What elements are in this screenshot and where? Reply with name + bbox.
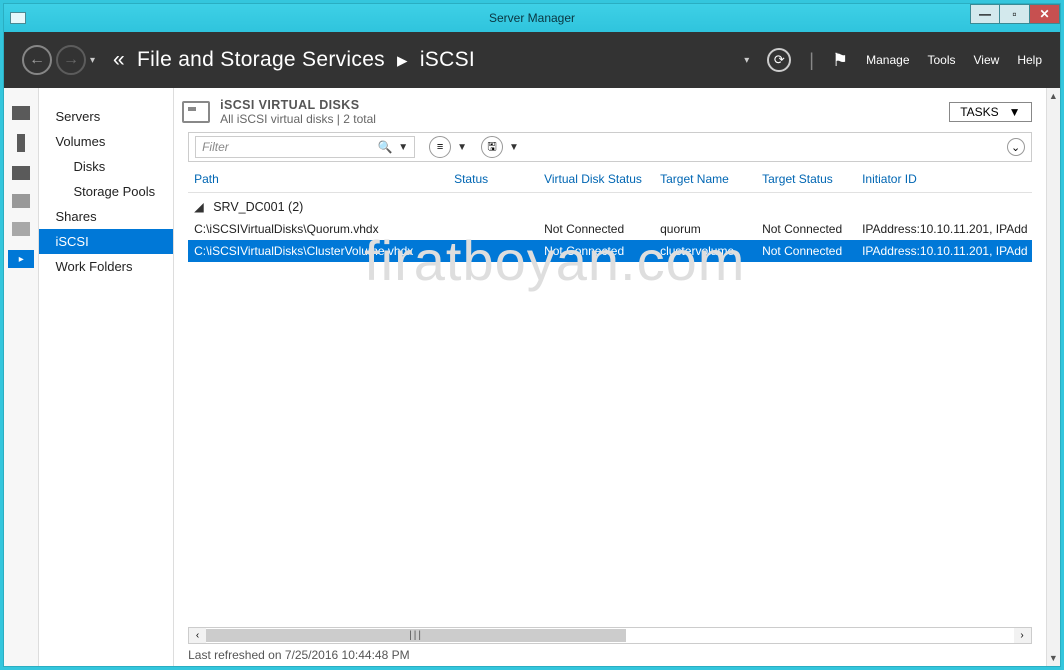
main-panel: firatboyan.com iSCSI VIRTUAL DISKS All i…	[174, 88, 1045, 666]
sidebar-item-iscsi[interactable]: iSCSI	[39, 229, 173, 254]
tasks-button[interactable]: TASKS ▼	[949, 102, 1031, 122]
header-bar: ← → ▾ « File and Storage Services ▸ iSCS…	[4, 32, 1060, 88]
table-header: Path Status Virtual Disk Status Target N…	[188, 166, 1031, 193]
scroll-thumb[interactable]: |||	[206, 629, 626, 642]
search-icon[interactable]: 🔍	[376, 140, 394, 154]
breadcrumb-level-2[interactable]: iSCSI	[420, 48, 475, 72]
titlebar[interactable]: Server Manager — ▫ ✕	[4, 4, 1060, 32]
sidebar-item-work-folders[interactable]: Work Folders	[39, 254, 173, 279]
save-dropdown-icon[interactable]: ▼	[509, 142, 519, 153]
scroll-track[interactable]: |||	[206, 628, 1013, 643]
scroll-left-button[interactable]: ‹	[189, 628, 206, 643]
cell-status	[448, 221, 538, 237]
sidebar-item-servers[interactable]: Servers	[39, 104, 173, 129]
nav-history-dropdown[interactable]: ▾	[90, 55, 95, 66]
menu-tools[interactable]: Tools	[928, 53, 956, 67]
refresh-button[interactable]: ⟳	[767, 48, 791, 72]
cell-ts: Not Connected	[756, 243, 856, 259]
cell-ts: Not Connected	[756, 221, 856, 237]
table-row[interactable]: C:\iSCSIVirtualDisks\Quorum.vhdx Not Con…	[188, 218, 1031, 240]
cell-path: C:\iSCSIVirtualDisks\ClusterVolume.vhdx	[188, 243, 448, 259]
cell-vds: Not Connected	[538, 221, 654, 237]
breadcrumb-back-glyph[interactable]: «	[113, 48, 125, 72]
vertical-scrollbar[interactable]: ▲ ▼	[1046, 88, 1060, 666]
forward-button[interactable]: →	[56, 45, 86, 75]
cell-path: C:\iSCSIVirtualDisks\Quorum.vhdx	[188, 221, 448, 237]
col-target-name[interactable]: Target Name	[654, 166, 756, 192]
group-row[interactable]: ◢ SRV_DC001 (2)	[188, 193, 1031, 218]
panel-header: iSCSI VIRTUAL DISKS All iSCSI virtual di…	[174, 88, 1045, 132]
chevron-down-icon: ▼	[1009, 105, 1021, 119]
scroll-up-button[interactable]: ▲	[1047, 88, 1060, 104]
table-row[interactable]: C:\iSCSIVirtualDisks\ClusterVolume.vhdx …	[188, 240, 1031, 262]
rail-all-servers-icon[interactable]	[12, 166, 30, 180]
sidebar-item-shares[interactable]: Shares	[39, 204, 173, 229]
breadcrumb-dropdown-icon[interactable]: ▾	[744, 55, 749, 66]
rail-dashboard-icon[interactable]	[12, 106, 30, 120]
window-controls: — ▫ ✕	[970, 4, 1060, 24]
icon-rail: ▸	[4, 88, 39, 666]
filter-input[interactable]: Filter 🔍 ▼	[195, 136, 415, 158]
col-virtual-disk-status[interactable]: Virtual Disk Status	[538, 166, 654, 192]
cell-ini: IPAddress:10.10.11.201, IPAdd	[856, 221, 1031, 237]
rail-role-icon[interactable]	[12, 194, 30, 208]
cell-target: clustervolume	[654, 243, 756, 259]
col-target-status[interactable]: Target Status	[756, 166, 856, 192]
disk-icon	[182, 101, 210, 123]
sidebar-item-storage-pools[interactable]: Storage Pools	[39, 179, 173, 204]
col-path[interactable]: Path	[188, 166, 448, 192]
side-nav: Servers Volumes Disks Storage Pools Shar…	[39, 88, 174, 666]
rail-role2-icon[interactable]	[12, 222, 30, 236]
breadcrumb-separator-icon: ▸	[397, 48, 408, 73]
sidebar-item-volumes[interactable]: Volumes	[39, 129, 173, 154]
rail-file-storage-icon[interactable]: ▸	[8, 250, 34, 268]
window-frame: Server Manager — ▫ ✕ ← → ▾ « File and St…	[3, 3, 1061, 667]
cell-vds: Not Connected	[538, 243, 654, 259]
separator: |	[809, 50, 814, 71]
save-query-button[interactable]: 🖫	[481, 136, 503, 158]
scroll-down-button[interactable]: ▼	[1047, 650, 1060, 666]
menu-view[interactable]: View	[974, 53, 1000, 67]
header-right: ▾ ⟳ | ⚑ Manage Tools View Help	[744, 48, 1042, 72]
cell-status	[448, 243, 538, 259]
filter-placeholder: Filter	[202, 140, 229, 154]
close-button[interactable]: ✕	[1030, 4, 1060, 24]
rail-local-server-icon[interactable]	[17, 134, 25, 152]
maximize-button[interactable]: ▫	[1000, 4, 1030, 24]
group-name: SRV_DC001	[213, 200, 284, 214]
window-title: Server Manager	[4, 11, 1060, 25]
back-button[interactable]: ←	[22, 45, 52, 75]
horizontal-scrollbar[interactable]: ‹ ||| ›	[188, 627, 1031, 644]
table: Path Status Virtual Disk Status Target N…	[188, 166, 1031, 644]
breadcrumb: « File and Storage Services ▸ iSCSI	[113, 48, 475, 73]
collapse-triangle-icon[interactable]: ◢	[194, 199, 204, 214]
vscroll-track[interactable]	[1047, 104, 1060, 650]
col-initiator-id[interactable]: Initiator ID	[856, 166, 1031, 192]
breadcrumb-level-1[interactable]: File and Storage Services	[137, 48, 385, 72]
col-status[interactable]: Status	[448, 166, 538, 192]
list-view-button[interactable]: ≡	[429, 136, 451, 158]
tasks-label: TASKS	[960, 105, 998, 119]
menu-manage[interactable]: Manage	[866, 53, 909, 67]
minimize-button[interactable]: —	[970, 4, 1000, 24]
group-count: (2)	[288, 200, 303, 214]
cell-target: quorum	[654, 221, 756, 237]
panel-subtitle: All iSCSI virtual disks | 2 total	[220, 112, 376, 126]
expand-all-button[interactable]: ⌄	[1007, 138, 1025, 156]
body: ▸ Servers Volumes Disks Storage Pools Sh…	[4, 88, 1060, 666]
list-view-dropdown-icon[interactable]: ▼	[457, 142, 467, 153]
menu-help[interactable]: Help	[1017, 53, 1042, 67]
toolbar: Filter 🔍 ▼ ≡ ▼ 🖫 ▼ ⌄	[188, 132, 1031, 162]
filter-dropdown-icon[interactable]: ▼	[398, 142, 408, 153]
notifications-flag-icon[interactable]: ⚑	[832, 50, 848, 71]
scroll-right-button[interactable]: ›	[1014, 628, 1031, 643]
cell-ini: IPAddress:10.10.11.201, IPAdd	[856, 243, 1031, 259]
status-line: Last refreshed on 7/25/2016 10:44:48 PM	[174, 644, 1045, 666]
panel-title: iSCSI VIRTUAL DISKS	[220, 98, 376, 112]
sidebar-item-disks[interactable]: Disks	[39, 154, 173, 179]
